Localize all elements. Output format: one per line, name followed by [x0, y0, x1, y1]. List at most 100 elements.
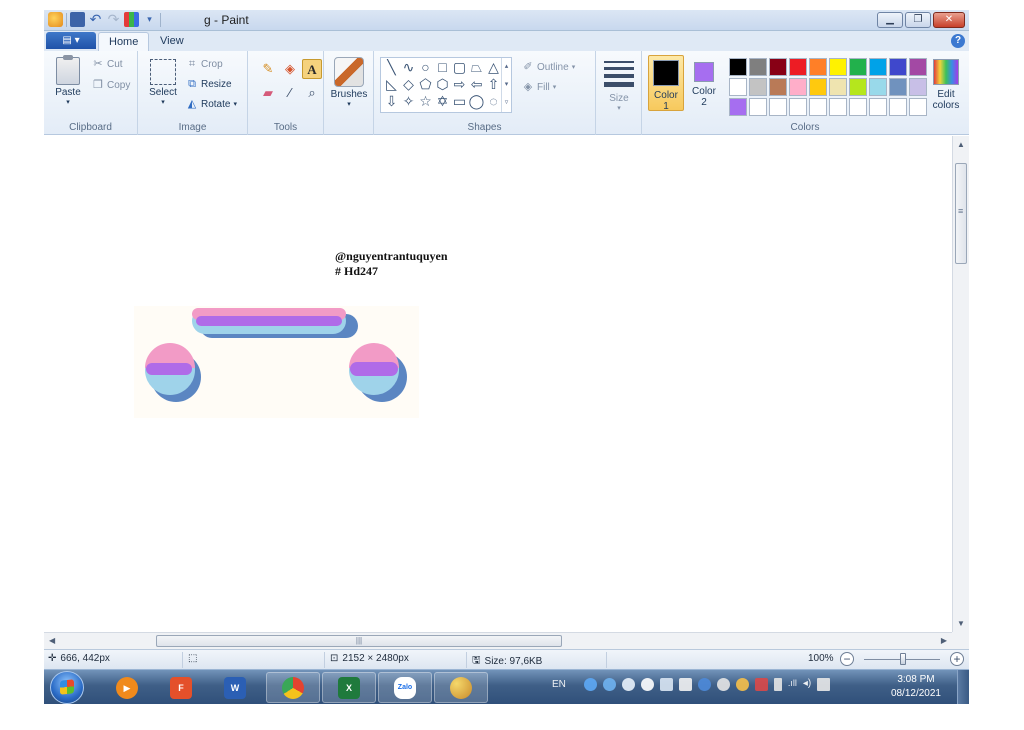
palette-swatch[interactable]: [829, 78, 847, 96]
color-picker-icon[interactable]: [124, 12, 139, 27]
taskbar-zalo[interactable]: Zalo: [378, 672, 432, 703]
taskbar-foxit-reader[interactable]: F: [154, 672, 208, 703]
tab-home[interactable]: Home: [98, 32, 150, 51]
rounded-rectangle-shape-icon[interactable]: ▢: [451, 59, 468, 76]
tray-app-icon[interactable]: [754, 678, 768, 691]
cut-button[interactable]: ✂ Cut: [92, 58, 122, 70]
select-button[interactable]: Select ▾: [146, 59, 180, 106]
up-arrow-shape-icon[interactable]: ⇧: [485, 76, 502, 93]
taskbar-excel[interactable]: X: [322, 672, 376, 703]
vertical-scroll-thumb[interactable]: [955, 163, 967, 264]
palette-swatch[interactable]: [869, 58, 887, 76]
four-point-star-shape-icon[interactable]: ✧: [400, 93, 417, 110]
palette-swatch[interactable]: [749, 98, 767, 116]
tray-app-icon[interactable]: [735, 678, 749, 691]
palette-swatch[interactable]: [769, 58, 787, 76]
taskbar-paint[interactable]: [434, 672, 488, 703]
fill-bucket-icon[interactable]: ◈: [280, 59, 300, 79]
zoom-in-icon[interactable]: +: [950, 652, 964, 666]
left-arrow-shape-icon[interactable]: ⇦: [468, 76, 485, 93]
paste-button[interactable]: Paste ▾: [52, 55, 84, 106]
palette-swatch[interactable]: [769, 78, 787, 96]
five-point-star-shape-icon[interactable]: ☆: [417, 93, 434, 110]
tray-app-icon[interactable]: [602, 678, 616, 691]
palette-swatch[interactable]: [909, 78, 927, 96]
eraser-icon[interactable]: ▰: [258, 83, 278, 103]
palette-swatch[interactable]: [869, 78, 887, 96]
palette-swatch[interactable]: [789, 78, 807, 96]
battery-icon[interactable]: [773, 678, 782, 691]
curve-shape-icon[interactable]: ∿: [400, 59, 417, 76]
scroll-left-icon[interactable]: ◀: [49, 636, 55, 645]
palette-swatch[interactable]: [869, 98, 887, 116]
down-arrow-shape-icon[interactable]: ⇩: [383, 93, 400, 110]
tray-app-icon[interactable]: [659, 678, 673, 691]
scroll-down-icon[interactable]: ▼: [957, 619, 965, 628]
tray-app-icon[interactable]: [678, 678, 692, 691]
polygon-shape-icon[interactable]: ⏢: [468, 59, 485, 76]
scroll-up-icon[interactable]: ▲: [957, 140, 965, 149]
palette-swatch[interactable]: [829, 58, 847, 76]
color2-button[interactable]: Color 2: [686, 55, 722, 111]
palette-swatch[interactable]: [829, 98, 847, 116]
palette-swatch[interactable]: [769, 98, 787, 116]
tab-view[interactable]: View: [150, 32, 194, 51]
brushes-button[interactable]: Brushes ▾: [328, 57, 370, 108]
crop-button[interactable]: ⌗ Crop: [186, 58, 223, 70]
shapes-scroll[interactable]: ▴ ▾ ▿: [501, 58, 511, 112]
palette-swatch[interactable]: [749, 78, 767, 96]
triangle-shape-icon[interactable]: △: [485, 59, 502, 76]
redo-icon[interactable]: ↷: [106, 12, 121, 27]
cloud-callout-shape-icon[interactable]: ◌: [485, 93, 502, 110]
palette-swatch[interactable]: [889, 78, 907, 96]
close-button[interactable]: ✕: [933, 12, 965, 28]
six-point-star-shape-icon[interactable]: ✡: [434, 93, 451, 110]
taskbar-word[interactable]: W: [208, 672, 262, 703]
palette-swatch[interactable]: [909, 58, 927, 76]
palette-swatch[interactable]: [849, 58, 867, 76]
undo-icon[interactable]: ↶: [88, 12, 103, 27]
paint-app-icon[interactable]: [48, 12, 63, 27]
tray-app-icon[interactable]: [640, 678, 654, 691]
save-icon[interactable]: [70, 12, 85, 27]
rectangle-shape-icon[interactable]: □: [434, 59, 451, 76]
palette-swatch[interactable]: [809, 78, 827, 96]
rotate-button[interactable]: ◭ Rotate ▾: [186, 98, 237, 110]
pencil-icon[interactable]: ✎: [258, 59, 278, 79]
oval-shape-icon[interactable]: ○: [417, 59, 434, 76]
language-indicator[interactable]: EN: [552, 679, 566, 690]
color1-button[interactable]: Color 1: [648, 55, 684, 112]
palette-swatch[interactable]: [889, 58, 907, 76]
minimize-button[interactable]: ▁: [877, 12, 903, 28]
palette-swatch[interactable]: [849, 98, 867, 116]
right-triangle-shape-icon[interactable]: ◺: [383, 76, 400, 93]
edit-colors-button[interactable]: Edit colors: [928, 55, 964, 111]
palette-swatch[interactable]: [789, 58, 807, 76]
volume-icon[interactable]: ◂): [803, 678, 811, 691]
palette-swatch[interactable]: [729, 78, 747, 96]
palette-swatch[interactable]: [729, 98, 747, 116]
file-menu-button[interactable]: ▤ ▾: [46, 32, 96, 49]
right-arrow-shape-icon[interactable]: ⇨: [451, 76, 468, 93]
pentagon-shape-icon[interactable]: ⬠: [417, 76, 434, 93]
customize-qat-icon[interactable]: ▾: [142, 12, 157, 27]
size-button[interactable]: Size ▾: [602, 61, 636, 112]
tray-app-icon[interactable]: [716, 678, 730, 691]
restore-button[interactable]: ❐: [905, 12, 931, 28]
vertical-scrollbar[interactable]: ▲ ▼: [952, 136, 969, 632]
help-icon[interactable]: ?: [951, 34, 965, 48]
palette-swatch[interactable]: [809, 98, 827, 116]
diamond-shape-icon[interactable]: ◇: [400, 76, 417, 93]
tray-app-icon[interactable]: [697, 678, 711, 691]
palette-swatch[interactable]: [729, 58, 747, 76]
palette-swatch[interactable]: [789, 98, 807, 116]
palette-swatch[interactable]: [809, 58, 827, 76]
show-desktop-button[interactable]: [957, 670, 969, 704]
line-shape-icon[interactable]: ╲: [383, 59, 400, 76]
fill-button[interactable]: ◈ Fill ▾: [522, 81, 557, 93]
horizontal-scroll-thumb[interactable]: |||: [156, 635, 562, 647]
oval-callout-shape-icon[interactable]: ◯: [468, 93, 485, 110]
palette-swatch[interactable]: [909, 98, 927, 116]
horizontal-scrollbar[interactable]: ◀ ||| ▶: [44, 632, 952, 649]
network-signal-icon[interactable]: .ıll: [788, 678, 797, 691]
